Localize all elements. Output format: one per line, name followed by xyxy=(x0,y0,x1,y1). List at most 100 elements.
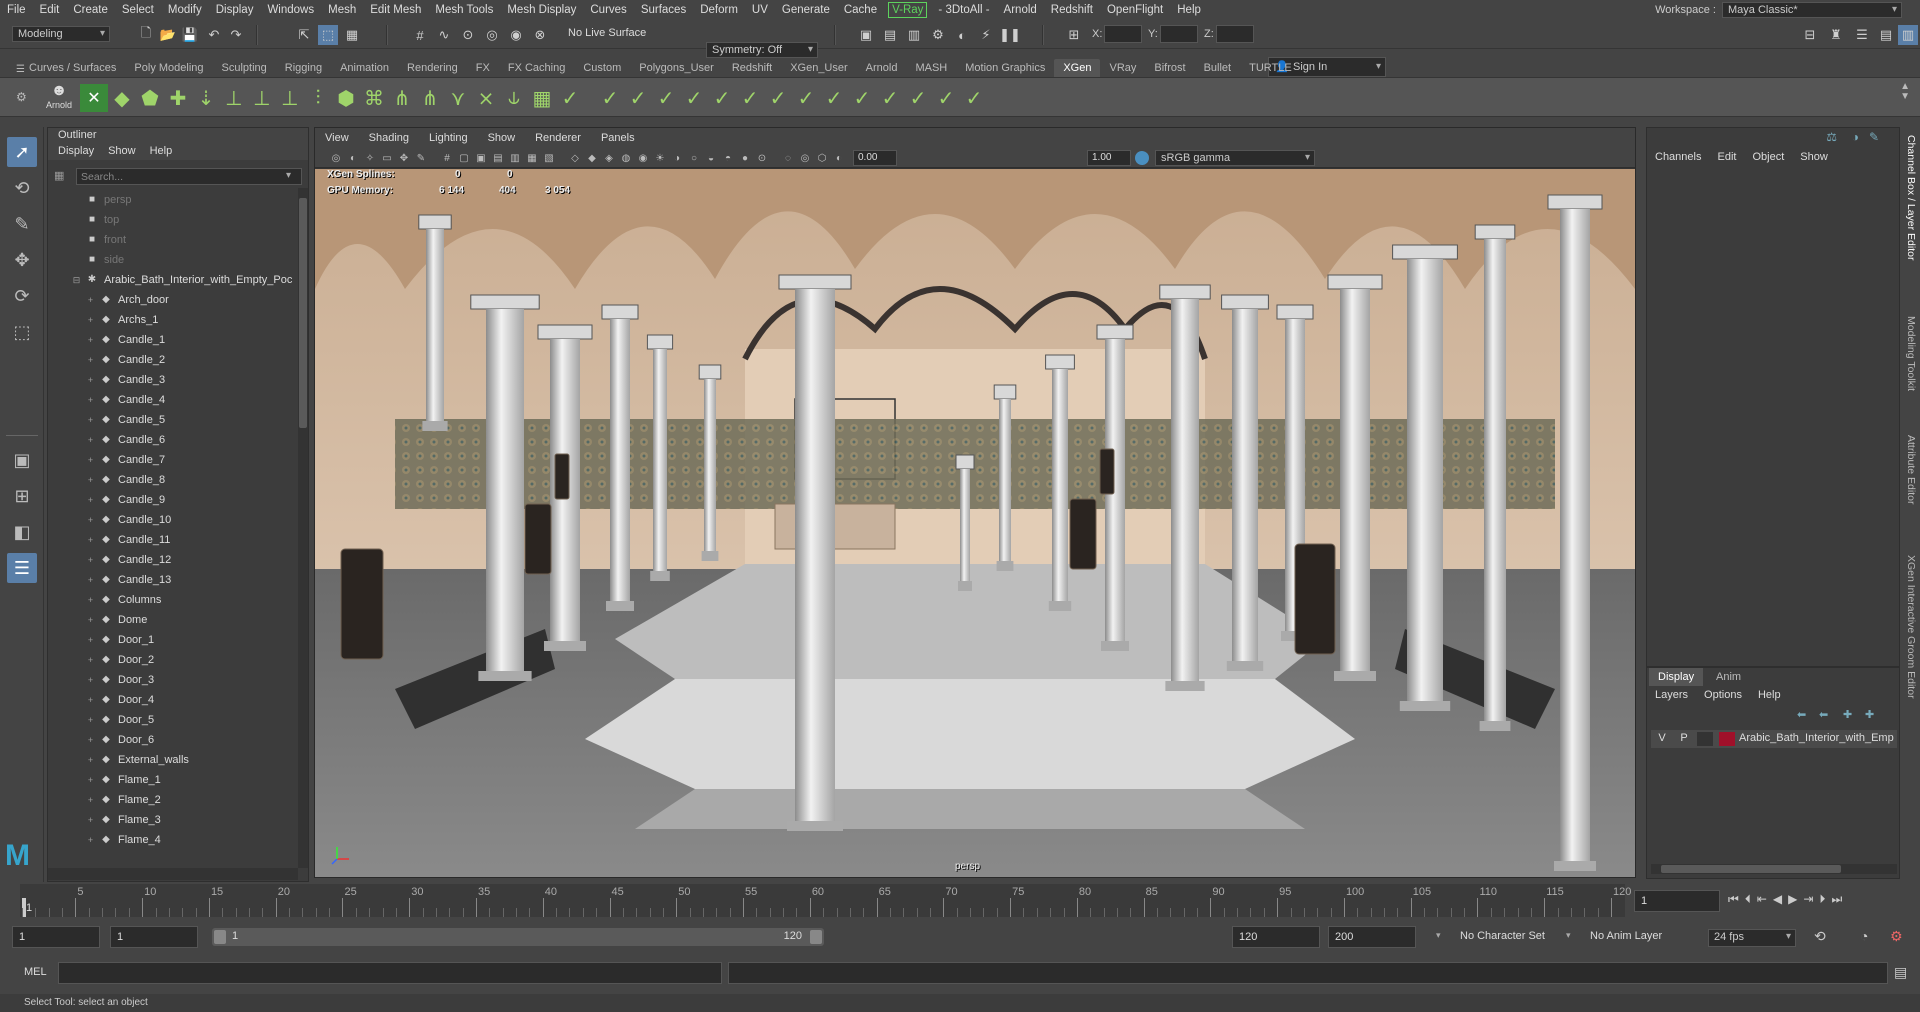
expand-toggle[interactable]: + xyxy=(86,470,95,490)
outliner-hscrollbar[interactable] xyxy=(48,868,298,880)
channel-box-menu-show[interactable]: Show xyxy=(1800,148,1828,166)
shelf-tab-animation[interactable]: Animation xyxy=(331,59,398,77)
expand-toggle[interactable]: + xyxy=(86,630,95,650)
menu-arnold[interactable]: Arnold xyxy=(997,0,1044,20)
attribute-icon[interactable]: ◑ xyxy=(1852,130,1859,144)
move-tool-icon[interactable]: ✥ xyxy=(7,245,37,275)
render-setup-icon[interactable]: ⚡ xyxy=(976,25,996,45)
x-field[interactable] xyxy=(1104,25,1142,43)
xgen-tool-22-icon[interactable]: ✓ xyxy=(680,84,708,112)
smooth-shade-icon[interactable]: ◆ xyxy=(585,151,599,165)
symmetry-dropdown[interactable]: Symmetry: Off xyxy=(706,42,818,58)
toggle-channel-box-icon[interactable]: ▥ xyxy=(1898,25,1918,45)
expand-toggle[interactable]: + xyxy=(86,770,95,790)
cut-icon[interactable]: ⊥ xyxy=(276,84,304,112)
shelf-tab-turtle[interactable]: TURTLE xyxy=(1240,59,1301,77)
menu-edit[interactable]: Edit xyxy=(33,0,67,20)
side-tab-modeling-toolkit[interactable]: Modeling Toolkit xyxy=(1905,316,1917,391)
xgen-tool-27-icon[interactable]: ✓ xyxy=(820,84,848,112)
outliner-layout-icon[interactable]: ☰ xyxy=(7,553,37,583)
gamma-field[interactable]: 1.00 xyxy=(1087,150,1131,166)
ipr-render-icon[interactable]: ▥ xyxy=(904,25,924,45)
expand-toggle[interactable]: + xyxy=(86,330,95,350)
layer-visibility-toggle[interactable]: V xyxy=(1655,732,1669,744)
outliner-menu-show[interactable]: Show xyxy=(108,143,136,160)
scale-icon[interactable]: ⌘ xyxy=(360,84,388,112)
render-settings-icon[interactable]: ⚙ xyxy=(928,25,948,45)
outliner-item-columns[interactable]: + ◆ Columns xyxy=(48,590,296,610)
side-tab-attribute-editor[interactable]: Attribute Editor xyxy=(1905,435,1917,504)
xgen-tool-25-icon[interactable]: ✓ xyxy=(764,84,792,112)
shadows-icon[interactable]: ◑ xyxy=(670,151,684,165)
character-set-label[interactable]: No Character Set xyxy=(1460,930,1545,942)
outliner-menu-help[interactable]: Help xyxy=(150,143,173,160)
clump-icon[interactable]: ⋔ xyxy=(388,84,416,112)
hypershade-icon[interactable]: ◐ xyxy=(952,25,972,45)
filter-icon[interactable]: ▦ xyxy=(54,169,70,185)
shelf-tab-xgen[interactable]: XGen xyxy=(1054,59,1101,77)
xgen-tool-32-icon[interactable]: ✓ xyxy=(960,84,988,112)
render-frame-icon[interactable]: ▤ xyxy=(880,25,900,45)
persp-outliner-layout-icon[interactable]: ◧ xyxy=(7,517,37,547)
go-to-start-icon[interactable]: ⏮ xyxy=(1728,892,1739,907)
xgen-collection-icon[interactable]: ✕ xyxy=(80,84,108,112)
outliner-camera-side[interactable]: ■ side xyxy=(48,250,296,270)
backface-icon[interactable]: ⬡ xyxy=(815,151,829,165)
shelf-tab-rendering[interactable]: Rendering xyxy=(398,59,467,77)
noise-icon[interactable]: ⨯ xyxy=(472,84,500,112)
live-surface-label[interactable]: No Live Surface xyxy=(568,27,646,39)
anim-layer-arrow-icon[interactable]: ▾ xyxy=(1566,930,1571,941)
toggle-character-controls-icon[interactable]: ♜ xyxy=(1826,25,1846,45)
shelf-tab-polygons-user[interactable]: Polygons_User xyxy=(630,59,723,77)
snap-view-icon[interactable]: ◎ xyxy=(482,25,502,45)
current-frame-field[interactable]: 1 xyxy=(1634,890,1720,912)
make-live-icon[interactable]: ⊗ xyxy=(530,25,550,45)
channel-box-menu-edit[interactable]: Edit xyxy=(1717,148,1736,166)
scale-tool-icon[interactable]: ⬚ xyxy=(7,317,37,347)
rotate-tool-icon[interactable]: ⟳ xyxy=(7,281,37,311)
channel-box-menu-object[interactable]: Object xyxy=(1752,148,1784,166)
new-layer-selected-icon[interactable]: ✚ xyxy=(1843,708,1852,721)
toggle-attribute-editor-icon[interactable]: ☰ xyxy=(1852,25,1872,45)
shelf-tab-motion-graphics[interactable]: Motion Graphics xyxy=(956,59,1054,77)
xgen-tool-19-icon[interactable]: ✓ xyxy=(596,84,624,112)
side-tab-xgen-interactive-groom-editor[interactable]: XGen Interactive Groom Editor xyxy=(1905,555,1917,699)
layer-hscrollbar[interactable] xyxy=(1651,864,1897,874)
menu-mesh[interactable]: Mesh xyxy=(321,0,363,20)
new-layer-icon[interactable]: ✚ xyxy=(1865,708,1874,721)
pause-render-icon[interactable]: ❚❚ xyxy=(999,25,1021,45)
expand-toggle[interactable]: + xyxy=(86,570,95,590)
density-icon[interactable]: ⫶ xyxy=(304,84,332,112)
select-object-icon[interactable]: ⬚ xyxy=(318,25,338,45)
move-guide-icon[interactable]: ⇣ xyxy=(192,84,220,112)
outliner-item-candle-1[interactable]: + ◆ Candle_1 xyxy=(48,330,296,350)
command-language-label[interactable]: MEL xyxy=(24,966,47,978)
xgen-tool-18-icon[interactable]: ✓ xyxy=(556,84,584,112)
shelf-scroll-icon[interactable]: ▲ ▼ xyxy=(1900,82,1910,102)
expand-toggle[interactable]: + xyxy=(86,530,95,550)
menu-file[interactable]: File xyxy=(0,0,33,20)
shelf-tab-bifrost[interactable]: Bifrost xyxy=(1145,59,1194,77)
motion-blur-icon[interactable]: ◒ xyxy=(704,151,718,165)
range-slider-end-handle[interactable] xyxy=(810,930,822,944)
outliner-root-group[interactable]: ⊟ ✱ Arabic_Bath_Interior_with_Empty_Poc xyxy=(48,270,296,290)
outliner-item-door-1[interactable]: + ◆ Door_1 xyxy=(48,630,296,650)
shelf-settings-icon[interactable]: ⚙ xyxy=(16,90,27,104)
menu-redshift[interactable]: Redshift xyxy=(1044,0,1100,20)
expand-toggle[interactable]: + xyxy=(86,670,95,690)
character-set-arrow-icon[interactable]: ▾ xyxy=(1436,930,1441,941)
outliner-camera-persp[interactable]: ■ persp xyxy=(48,190,296,210)
playback-end-field[interactable]: 120 xyxy=(1232,926,1320,948)
shelf-tab-bullet[interactable]: Bullet xyxy=(1195,59,1241,77)
color-management-icon[interactable] xyxy=(1135,151,1149,165)
film-gate-icon[interactable]: ▢ xyxy=(457,151,471,165)
outliner-menu-display[interactable]: Display xyxy=(58,143,94,160)
outliner-item-archs-1[interactable]: + ◆ Archs_1 xyxy=(48,310,296,330)
viewport-menu-shading[interactable]: Shading xyxy=(359,128,419,148)
menu-uv[interactable]: UV xyxy=(745,0,775,20)
outliner-camera-front[interactable]: ■ front xyxy=(48,230,296,250)
menu-surfaces[interactable]: Surfaces xyxy=(634,0,693,20)
wireframe-icon[interactable]: ◇ xyxy=(568,151,582,165)
viewport-menu-view[interactable]: View xyxy=(315,128,359,148)
viewport-scene[interactable]: XGen Splines: 0 0 GPU Memory: 6 144 404 … xyxy=(315,169,1635,877)
